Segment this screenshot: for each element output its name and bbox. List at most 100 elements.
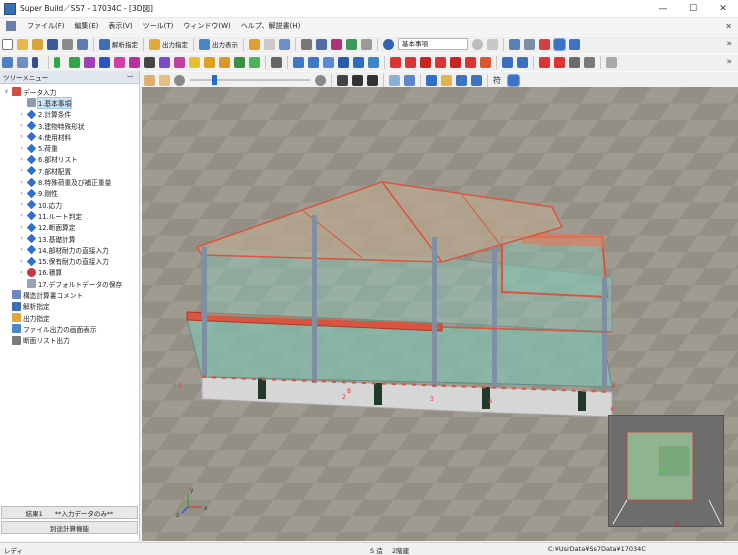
preview-button[interactable] <box>315 38 328 51</box>
member-tool-19[interactable] <box>292 56 305 69</box>
menu-help[interactable]: ヘルプ、解説書(H) <box>236 21 306 31</box>
menu-window[interactable]: ウィンドウ(W) <box>178 21 235 31</box>
member-tool-18[interactable] <box>270 56 283 69</box>
navigation-minimap[interactable] <box>608 415 724 527</box>
analysis-spec-button[interactable]: 解析指定 <box>98 38 139 51</box>
item-dropdown[interactable]: 基本事項 <box>398 38 468 50</box>
symbol-tool-button[interactable]: 符 <box>492 74 505 87</box>
maximize-button[interactable]: ☐ <box>678 0 708 18</box>
view-tool-10[interactable] <box>455 74 468 87</box>
tree-node-15[interactable]: › 15.保有耐力の直接入力 <box>0 255 139 266</box>
delete-button[interactable] <box>486 38 499 51</box>
expand-icon[interactable]: › <box>18 190 25 197</box>
member-tool-8[interactable] <box>113 56 126 69</box>
member-tool-12[interactable] <box>173 56 186 69</box>
tree-node-8[interactable]: › 8.特殊荷重及び補正重量 <box>0 176 139 187</box>
export-button[interactable] <box>330 38 343 51</box>
expand-icon[interactable]: › <box>18 201 25 208</box>
member-tool-15[interactable] <box>218 56 231 69</box>
expand-icon[interactable]: › <box>18 133 25 140</box>
member-tool-23[interactable] <box>352 56 365 69</box>
member-tool-38[interactable] <box>605 56 618 69</box>
print-button[interactable] <box>61 38 74 51</box>
view-tool-1[interactable] <box>143 74 156 87</box>
expand-icon[interactable]: › <box>18 212 25 219</box>
member-tool-14[interactable] <box>203 56 216 69</box>
member-tool-30[interactable] <box>464 56 477 69</box>
expand-icon[interactable]: › <box>18 235 25 242</box>
printer-button[interactable] <box>300 38 313 51</box>
member-tool-35[interactable] <box>553 56 566 69</box>
member-tool-34[interactable] <box>538 56 551 69</box>
output-view-button[interactable]: 出力表示 <box>198 38 239 51</box>
3d-viewport[interactable]: 1 2 3 4 A B 2 x y z <box>142 87 738 541</box>
member-tool-10[interactable] <box>143 56 156 69</box>
view-tool-12[interactable] <box>507 73 520 87</box>
minimize-button[interactable]: — <box>648 0 678 18</box>
toolbar-overflow-button[interactable]: » <box>726 57 732 67</box>
tree-node-section-list[interactable]: 断面リスト出力 <box>0 335 139 346</box>
tree-node-17[interactable]: 17.デフォルトデータの保存 <box>0 278 139 289</box>
member-tool-5[interactable] <box>68 56 81 69</box>
tree-node-3[interactable]: › 3.建物特殊形状 <box>0 120 139 131</box>
edit-tool-button[interactable] <box>248 38 261 51</box>
view-tool-9[interactable] <box>440 74 453 87</box>
member-tool-1[interactable] <box>1 56 14 69</box>
zoom-out-button[interactable] <box>173 74 186 87</box>
open-button[interactable] <box>16 38 29 51</box>
expand-icon[interactable]: › <box>18 179 25 186</box>
expand-icon[interactable]: › <box>18 145 25 152</box>
tree-node-16[interactable]: › 16.積算 <box>0 267 139 278</box>
tree-node-output[interactable]: 出力指定 <box>0 312 139 323</box>
view-tool-6[interactable] <box>388 74 401 87</box>
tree-node-1[interactable]: 1.基本事項 <box>0 96 139 109</box>
member-tool-26[interactable] <box>404 56 417 69</box>
member-tool-27[interactable] <box>419 56 432 69</box>
notes-button[interactable] <box>263 38 276 51</box>
expand-icon[interactable]: › <box>18 111 25 118</box>
view-tool-8[interactable] <box>425 74 438 87</box>
document-close-button[interactable]: ✕ <box>725 22 732 31</box>
member-tool-24[interactable] <box>367 56 380 69</box>
tree-node-data-input[interactable]: ∨ データ入力 <box>0 86 139 97</box>
collapse-icon[interactable]: ∨ <box>3 88 10 95</box>
tree-node-7[interactable]: › 7.部材配置 <box>0 165 139 176</box>
member-tool-28[interactable] <box>434 56 447 69</box>
new-file-button[interactable] <box>1 38 14 51</box>
tree-node-comment[interactable]: 構造計算書コメント <box>0 289 139 300</box>
expand-icon[interactable]: › <box>18 246 25 253</box>
member-tool-16[interactable] <box>233 56 246 69</box>
undo-button[interactable] <box>382 38 395 51</box>
grid-button[interactable] <box>538 38 551 51</box>
open-recent-button[interactable] <box>31 38 44 51</box>
menu-file[interactable]: ファイル(F) <box>22 21 70 31</box>
tree-node-10[interactable]: › 10.応力 <box>0 199 139 210</box>
view-3d-button[interactable] <box>553 37 566 51</box>
member-tool-25[interactable] <box>389 56 402 69</box>
window-list-button[interactable] <box>508 38 521 51</box>
tree-node-12[interactable]: › 12.断面算定 <box>0 222 139 233</box>
member-tool-3[interactable] <box>31 56 44 69</box>
separate-calc-button[interactable]: 別途計算機能 <box>1 521 138 534</box>
menu-view[interactable]: 表示(V) <box>103 21 137 31</box>
pin-icon[interactable]: ꟷ <box>127 73 133 82</box>
tree-node-6[interactable]: › 6.部材リスト <box>0 154 139 165</box>
member-tool-21[interactable] <box>322 56 335 69</box>
tree-node-analysis[interactable]: 解析指定 <box>0 301 139 312</box>
member-tool-4[interactable] <box>53 56 66 69</box>
member-tool-22[interactable] <box>337 56 350 69</box>
member-tool-7[interactable] <box>98 56 111 69</box>
expand-icon[interactable]: › <box>18 156 25 163</box>
member-tool-2[interactable] <box>16 56 29 69</box>
member-tool-11[interactable] <box>158 56 171 69</box>
member-tool-13[interactable] <box>188 56 201 69</box>
report-button[interactable] <box>278 38 291 51</box>
close-button[interactable]: ✕ <box>708 0 738 18</box>
menu-edit[interactable]: 編集(E) <box>70 21 104 31</box>
zoom-in-button[interactable] <box>314 74 327 87</box>
menu-tools[interactable]: ツール(T) <box>138 21 179 31</box>
member-tool-9[interactable] <box>128 56 141 69</box>
member-tool-31[interactable] <box>479 56 492 69</box>
tree-node-4[interactable]: › 4.使用材料 <box>0 131 139 142</box>
member-tool-6[interactable] <box>83 56 96 69</box>
